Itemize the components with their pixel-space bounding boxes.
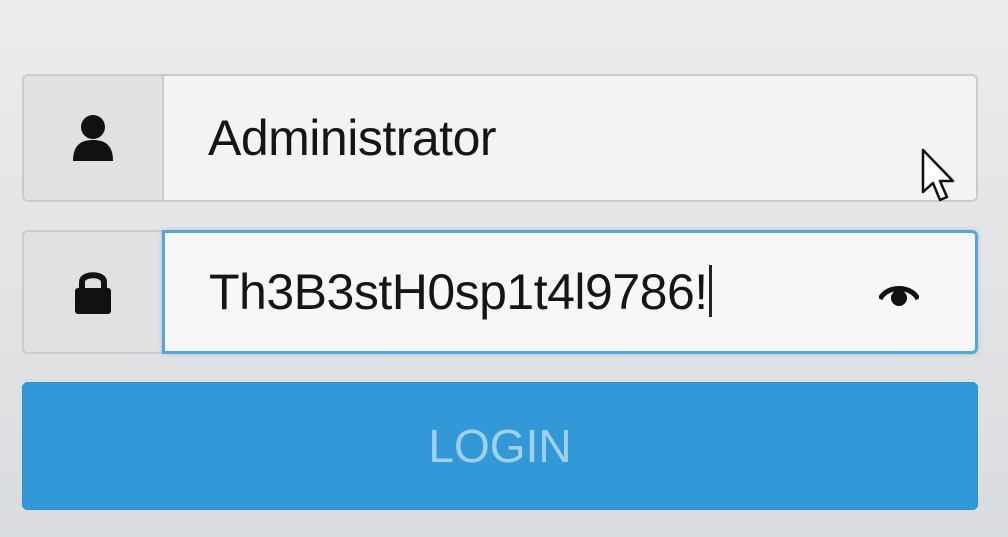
mouse-pointer-icon <box>921 148 955 202</box>
lock-icon <box>75 272 111 314</box>
eye-icon[interactable] <box>879 277 919 307</box>
password-value: Th3B3stH0sp1t4l9786! <box>209 263 712 321</box>
password-field-group: Th3B3stH0sp1t4l9786! <box>22 230 978 354</box>
user-icon <box>73 115 113 161</box>
text-caret <box>708 265 712 317</box>
password-input[interactable]: Th3B3stH0sp1t4l9786! <box>162 230 978 354</box>
login-button[interactable]: LOGIN <box>22 382 978 510</box>
password-addon <box>22 230 162 354</box>
username-field-group: Administrator <box>22 74 978 202</box>
username-input[interactable]: Administrator <box>162 74 978 202</box>
username-addon <box>22 74 162 202</box>
username-value: Administrator <box>208 110 497 166</box>
login-button-label: LOGIN <box>428 420 572 472</box>
